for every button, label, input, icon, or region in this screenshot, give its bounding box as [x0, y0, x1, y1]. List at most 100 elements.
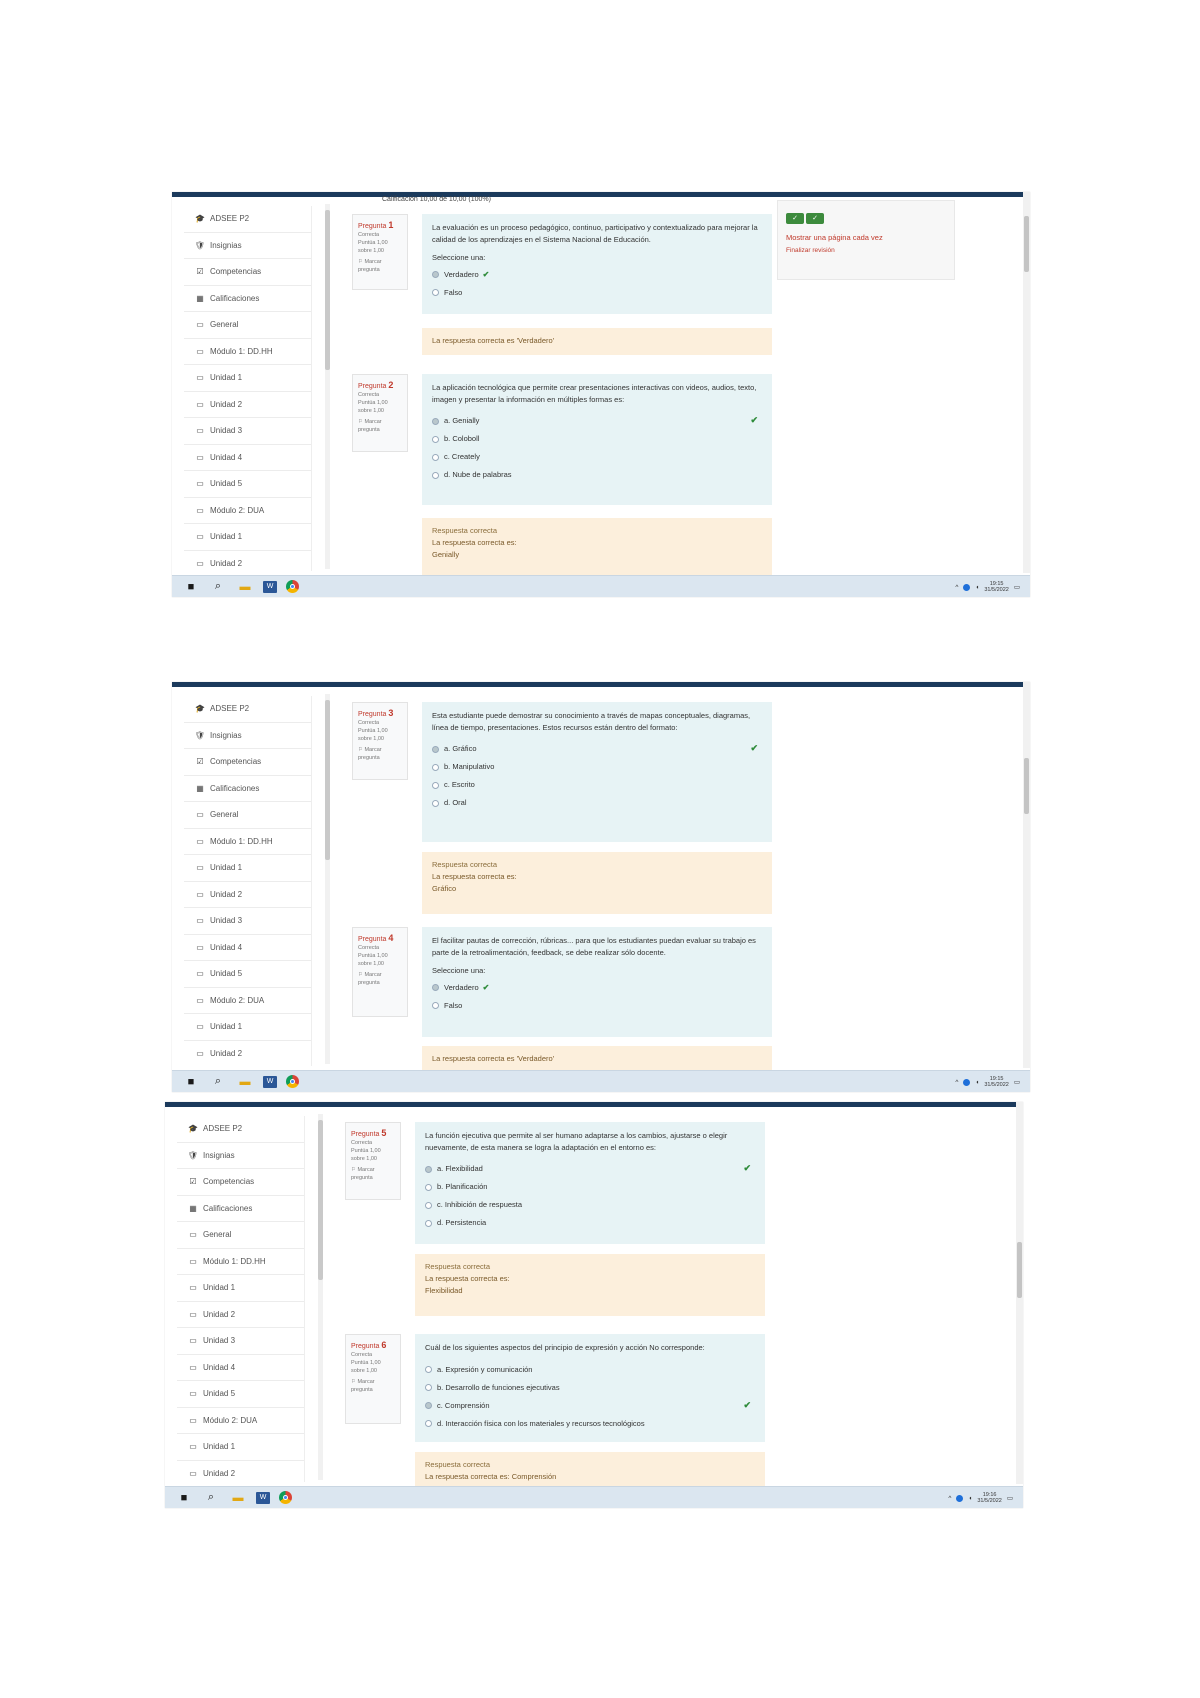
sidebar-item[interactable]: ▭ Unidad 2 — [177, 1461, 304, 1483]
answer-radio[interactable] — [425, 1384, 432, 1392]
chrome-icon[interactable] — [286, 580, 299, 593]
file-explorer-icon[interactable]: ▬ — [236, 579, 254, 595]
answer-option[interactable]: d. Persistencia — [425, 1214, 755, 1232]
windows-start-icon[interactable]: ■ — [182, 579, 200, 595]
answer-radio[interactable] — [425, 1420, 432, 1428]
word-icon[interactable]: W — [256, 1491, 270, 1504]
answer-radio[interactable] — [432, 781, 439, 789]
answer-option[interactable]: c. Creately — [432, 448, 762, 466]
sidebar-scrollbar[interactable] — [325, 694, 330, 1064]
sidebar-item[interactable]: ▭ General — [184, 312, 311, 339]
sidebar-item[interactable]: ☑ Competencias — [177, 1169, 304, 1196]
notification-icon[interactable]: ▭ — [1007, 1494, 1013, 1502]
sidebar-item[interactable]: 🛡 Insignias — [177, 1143, 304, 1169]
answer-radio[interactable] — [432, 799, 439, 807]
sidebar-item[interactable]: 🎓 ADSEE P2 — [184, 696, 311, 723]
page-scrollbar[interactable] — [1016, 1102, 1023, 1484]
file-explorer-icon[interactable]: ▬ — [229, 1490, 247, 1506]
finish-review-link[interactable]: Finalizar revisión — [786, 247, 946, 254]
tray-chevron-icon[interactable]: ^ — [955, 584, 958, 591]
answer-radio[interactable] — [432, 435, 439, 443]
answer-radio[interactable] — [425, 1201, 432, 1209]
sidebar-item[interactable]: ▭ Módulo 2: DUA — [177, 1408, 304, 1434]
sidebar-item[interactable]: ▭ Unidad 5 — [177, 1381, 304, 1408]
sidebar-item[interactable]: ▭ Unidad 1 — [184, 1014, 311, 1041]
notification-icon[interactable]: ▭ — [1014, 1078, 1020, 1086]
sidebar-item[interactable]: ▭ Unidad 1 — [184, 524, 311, 551]
quiz-nav-button-1[interactable]: ✓ — [786, 213, 804, 224]
flag-question-link[interactable]: ⚐ Marcar pregunta — [358, 972, 402, 988]
sidebar-item[interactable]: ▭ Unidad 2 — [184, 1041, 311, 1067]
sidebar-item[interactable]: ▭ Unidad 3 — [177, 1328, 304, 1355]
sidebar-item[interactable]: ▭ Unidad 4 — [177, 1355, 304, 1381]
answer-option[interactable]: d. Oral — [432, 794, 762, 812]
page-scrollbar[interactable] — [1023, 192, 1030, 573]
clock[interactable]: 19:15 31/5/2022 — [984, 581, 1008, 594]
sidebar-item[interactable]: 🎓 ADSEE P2 — [177, 1116, 304, 1143]
answer-radio[interactable] — [425, 1366, 432, 1374]
sidebar-item[interactable]: ▭ Unidad 2 — [184, 882, 311, 908]
answer-option[interactable]: c. Inhibición de respuesta — [425, 1196, 755, 1214]
sidebar-item[interactable]: ▭ Unidad 1 — [184, 855, 311, 882]
word-icon[interactable]: W — [263, 580, 277, 593]
flag-question-link[interactable]: ⚐ Marcar pregunta — [358, 259, 402, 275]
answer-radio[interactable] — [432, 763, 439, 771]
chrome-icon[interactable] — [279, 1491, 292, 1504]
volume-icon[interactable]: ◖ — [968, 1495, 972, 1502]
sidebar-item[interactable]: ▭ General — [177, 1222, 304, 1249]
sidebar-item[interactable]: ▦ Calificaciones — [184, 286, 311, 312]
sidebar-item[interactable]: ▭ Unidad 5 — [184, 961, 311, 988]
page-scrollbar[interactable] — [1023, 682, 1030, 1068]
answer-option[interactable]: c. Escrito — [432, 776, 762, 794]
sidebar-item[interactable]: ▭ Unidad 4 — [184, 935, 311, 961]
sidebar-item[interactable]: ▭ General — [184, 802, 311, 829]
flag-question-link[interactable]: ⚐ Marcar pregunta — [358, 747, 402, 763]
tray-chevron-icon[interactable]: ^ — [955, 1079, 958, 1086]
chrome-icon[interactable] — [286, 1075, 299, 1088]
search-icon[interactable]: ⌕ — [209, 1074, 227, 1090]
sidebar-item[interactable]: ▭ Módulo 1: DD.HH — [184, 339, 311, 365]
sidebar-item[interactable]: ▭ Módulo 1: DD.HH — [184, 829, 311, 855]
volume-icon[interactable]: ◖ — [975, 1079, 979, 1086]
answer-radio[interactable] — [425, 1165, 432, 1173]
answer-radio[interactable] — [432, 471, 439, 479]
answer-radio[interactable] — [425, 1219, 432, 1227]
answer-option[interactable]: a. Expresión y comunicación — [425, 1361, 755, 1379]
word-icon[interactable]: W — [263, 1075, 277, 1088]
sidebar-item[interactable]: ▭ Unidad 4 — [184, 445, 311, 471]
sidebar-item[interactable]: ▦ Calificaciones — [184, 776, 311, 802]
answer-option[interactable]: Falso — [432, 997, 762, 1015]
answer-option[interactable]: b. Manipulativo — [432, 758, 762, 776]
sidebar-item[interactable]: 🎓 ADSEE P2 — [184, 206, 311, 233]
answer-radio[interactable] — [425, 1183, 432, 1191]
sidebar-item[interactable]: ☑ Competencias — [184, 749, 311, 776]
answer-radio[interactable] — [432, 1002, 439, 1010]
answer-option[interactable]: b. Desarrollo de funciones ejecutivas — [425, 1379, 755, 1397]
sidebar-item[interactable]: 🛡 Insignias — [184, 723, 311, 749]
windows-start-icon[interactable]: ■ — [182, 1074, 200, 1090]
answer-option[interactable]: a. Flexibilidad ✔ — [425, 1160, 755, 1178]
sidebar-item[interactable]: ▭ Unidad 1 — [177, 1434, 304, 1461]
search-icon[interactable]: ⌕ — [209, 579, 227, 595]
flag-question-link[interactable]: ⚐ Marcar pregunta — [358, 419, 402, 435]
sidebar-item[interactable]: ▭ Unidad 1 — [184, 365, 311, 392]
tray-chevron-icon[interactable]: ^ — [948, 1495, 951, 1502]
flag-question-link[interactable]: ⚐ Marcar pregunta — [351, 1167, 395, 1183]
sidebar-item[interactable]: ☑ Competencias — [184, 259, 311, 286]
clock[interactable]: 19:16 31/5/2022 — [977, 1492, 1001, 1505]
answer-radio[interactable] — [432, 984, 439, 992]
answer-option[interactable]: a. Gráfico ✔ — [432, 740, 762, 758]
sidebar-item[interactable]: ▭ Módulo 2: DUA — [184, 988, 311, 1014]
sidebar-item[interactable]: ▭ Unidad 2 — [184, 392, 311, 418]
answer-option[interactable]: Falso — [432, 284, 762, 302]
answer-option[interactable]: d. Nube de palabras — [432, 466, 762, 484]
answer-radio[interactable] — [432, 745, 439, 753]
sidebar-item[interactable]: ▭ Unidad 3 — [184, 418, 311, 445]
windows-start-icon[interactable]: ■ — [175, 1490, 193, 1506]
answer-option[interactable]: Verdadero ✔ — [432, 979, 762, 997]
sidebar-scrollbar[interactable] — [325, 204, 330, 569]
show-one-page-link[interactable]: Mostrar una página cada vez — [786, 233, 946, 242]
answer-option[interactable]: d. Interacción física con los materiales… — [425, 1415, 755, 1433]
answer-radio[interactable] — [425, 1402, 432, 1410]
answer-option[interactable]: Verdadero ✔ — [432, 266, 762, 284]
